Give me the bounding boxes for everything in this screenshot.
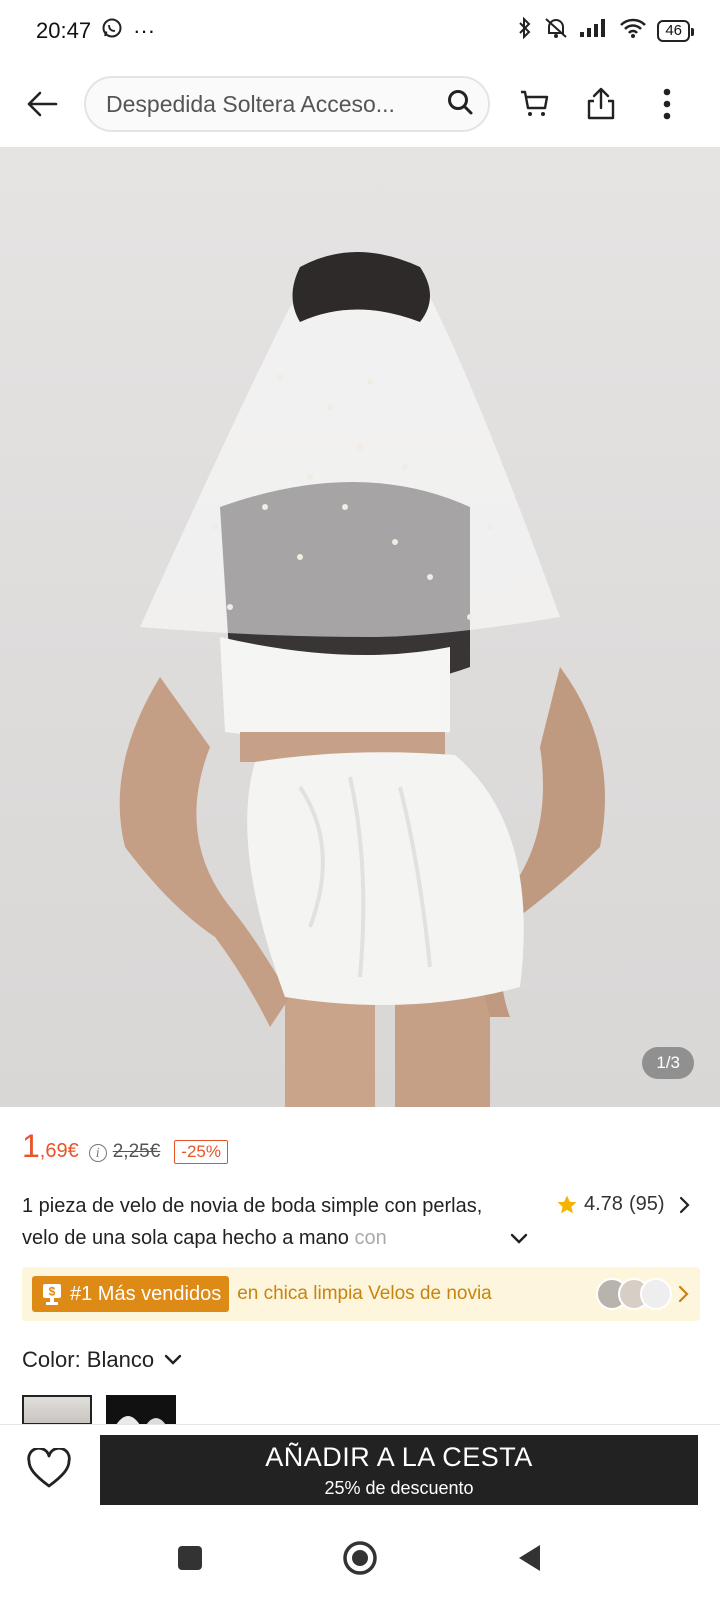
- heart-icon: [27, 1447, 71, 1487]
- product-title[interactable]: 1 pieza de velo de novia de boda simple …: [22, 1190, 522, 1254]
- search-icon[interactable]: [446, 88, 474, 121]
- price-row: 1,69€ i 2,25€ -25%: [22, 1128, 228, 1165]
- wifi-icon: [619, 17, 647, 45]
- product-title-faded: con: [354, 1227, 387, 1249]
- color-swatch-white[interactable]: [22, 1395, 92, 1425]
- product-image[interactable]: 1/3: [0, 147, 720, 1107]
- wishlist-button[interactable]: [0, 1434, 98, 1504]
- product-photo: [119, 252, 605, 1107]
- more-vertical-icon: [663, 88, 671, 120]
- chevron-down-icon[interactable]: [510, 1232, 528, 1250]
- back-nav-button[interactable]: [500, 1528, 560, 1588]
- signal-icon: [579, 18, 609, 44]
- add-to-cart-discount: 25% de descuento: [324, 1477, 474, 1498]
- home-button[interactable]: [330, 1528, 390, 1588]
- bestseller-category: en chica limpia Velos de novia: [237, 1283, 492, 1304]
- square-icon: [178, 1546, 202, 1570]
- original-price: 2,25€: [112, 1141, 161, 1162]
- share-icon: [587, 87, 615, 120]
- cart-icon: [521, 90, 549, 116]
- battery-indicator: 46: [657, 20, 694, 42]
- chevron-right-icon: [678, 1285, 689, 1303]
- trophy-icon: $: [43, 1284, 61, 1305]
- thumbnail-3: [640, 1278, 672, 1310]
- chevron-down-icon: [164, 1354, 182, 1365]
- product-title-text: 1 pieza de velo de novia de boda simple …: [22, 1195, 483, 1249]
- top-bar: Despedida Soltera Acceso...: [0, 66, 720, 142]
- add-to-cart-button[interactable]: AÑADIR A LA CESTA 25% de descuento: [100, 1435, 698, 1505]
- recents-button[interactable]: [160, 1528, 220, 1588]
- review-count: (95): [628, 1193, 665, 1215]
- svg-text:$: $: [49, 1285, 56, 1299]
- image-counter: 1/3: [642, 1047, 694, 1079]
- color-swatch-black[interactable]: [106, 1395, 176, 1425]
- color-label: Color: Blanco: [22, 1347, 155, 1372]
- current-price-decimal: ,69€: [39, 1140, 79, 1162]
- discount-badge: -25%: [174, 1140, 228, 1164]
- search-bar[interactable]: Despedida Soltera Acceso...: [84, 76, 490, 132]
- bluetooth-icon: [517, 16, 533, 46]
- more-options-button[interactable]: [634, 74, 700, 134]
- system-navigation-bar: [0, 1516, 720, 1600]
- whatsapp-icon: [101, 17, 123, 45]
- mute-icon: [543, 16, 569, 46]
- cart-button[interactable]: [502, 74, 568, 134]
- color-selector[interactable]: Color: Blanco: [22, 1347, 182, 1373]
- share-button[interactable]: [568, 74, 634, 134]
- star-icon: [557, 1195, 577, 1213]
- home-circle-icon: [343, 1541, 377, 1575]
- arrow-left-icon: [27, 91, 58, 117]
- chevron-right-icon: [679, 1196, 690, 1213]
- bottom-action-bar: AÑADIR A LA CESTA 25% de descuento: [0, 1424, 720, 1512]
- status-bar: 20:47 ··· 46: [0, 0, 720, 62]
- add-to-cart-label: AÑADIR A LA CESTA: [265, 1441, 533, 1472]
- search-text: Despedida Soltera Acceso...: [106, 90, 395, 117]
- status-time: 20:47: [36, 18, 92, 43]
- bestseller-banner[interactable]: $ #1 Más vendidos en chica limpia Velos …: [22, 1267, 700, 1321]
- back-button[interactable]: [0, 74, 84, 134]
- bestseller-badge: $ #1 Más vendidos: [32, 1276, 230, 1312]
- rating-summary[interactable]: 4.78 (95): [556, 1193, 691, 1216]
- triangle-back-icon: [519, 1545, 540, 1571]
- bestseller-label: #1 Más vendidos: [70, 1282, 222, 1305]
- rating-value: 4.78: [584, 1193, 623, 1215]
- bestseller-thumbnails: [596, 1278, 690, 1310]
- current-price-integer: 1: [22, 1128, 40, 1164]
- info-icon[interactable]: i: [88, 1144, 107, 1162]
- more-notifications-icon: ···: [133, 18, 156, 43]
